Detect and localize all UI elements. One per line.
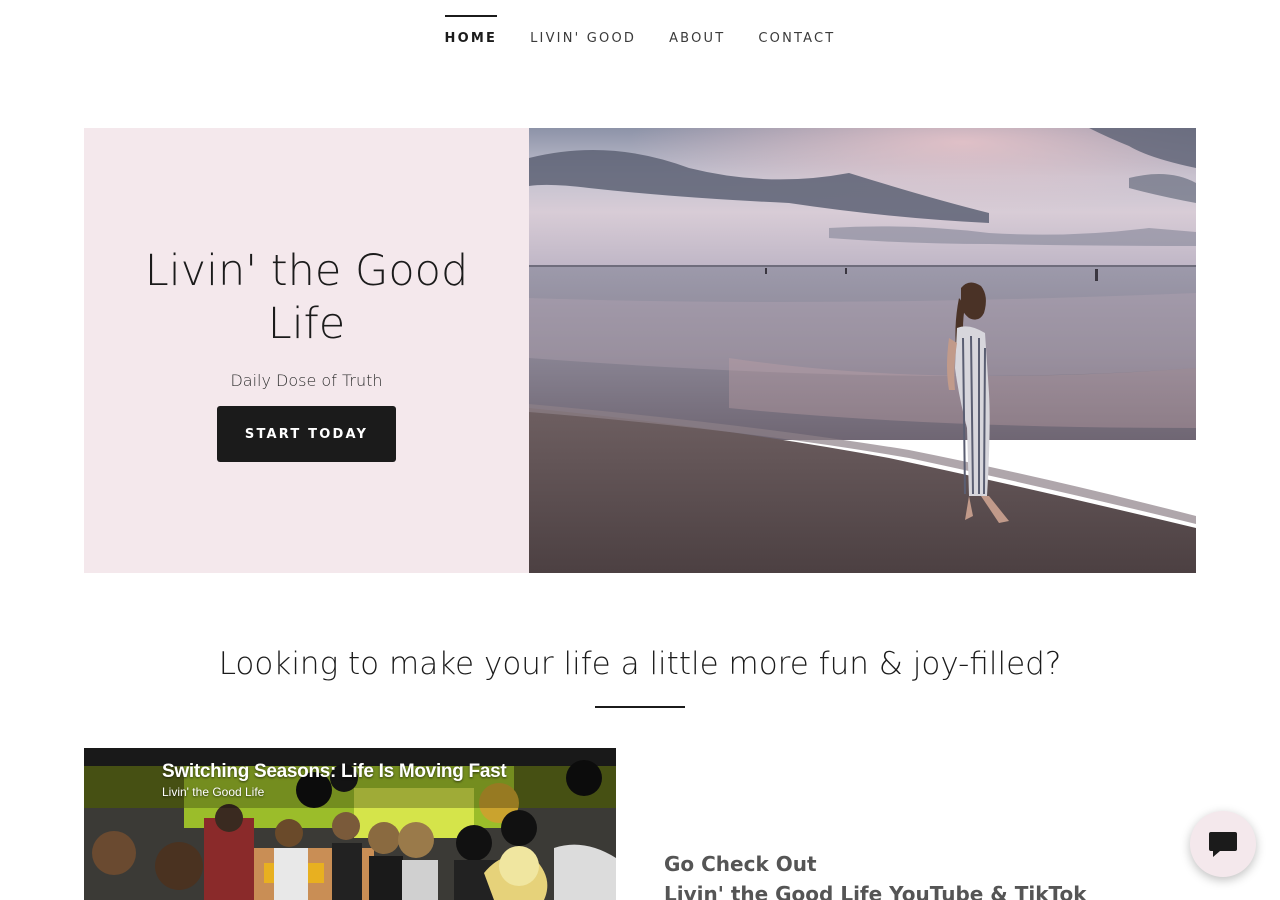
main-nav: HOME LIVIN' GOOD ABOUT CONTACT [0,0,1280,80]
nav-items: HOME LIVIN' GOOD ABOUT CONTACT [444,15,836,80]
video-channel[interactable]: Livin' the Good Life [162,785,264,799]
beach-sunset-photo [529,128,1196,573]
nav-item-about[interactable]: ABOUT [669,15,725,80]
section-title: Looking to make your life a little more … [218,646,1062,682]
start-today-button[interactable]: START TODAY [217,406,396,462]
hero-text-panel: Livin' the Good Life Daily Dose of Truth… [84,128,529,573]
section-divider [595,706,685,708]
video-embed[interactable]: Switching Seasons: Life Is Moving Fast L… [84,748,616,900]
hero-subtitle: Daily Dose of Truth [230,371,383,390]
checkout-heading: Go Check Out [664,852,817,876]
nav-item-home[interactable]: HOME [444,15,498,80]
chat-bubble-icon [1209,832,1237,857]
nav-item-contact[interactable]: CONTACT [758,15,835,80]
video-title[interactable]: Switching Seasons: Life Is Moving Fast [162,761,507,783]
nav-item-livin-good[interactable]: LIVIN' GOOD [530,15,636,80]
chat-button[interactable] [1190,811,1256,877]
hero-section: Livin' the Good Life Daily Dose of Truth… [84,128,1196,573]
checkout-subheading: Livin' the Good Life YouTube & TikTok [664,882,1087,900]
hero-image [529,128,1196,573]
hero-title: Livin' the Good Life [144,246,469,349]
